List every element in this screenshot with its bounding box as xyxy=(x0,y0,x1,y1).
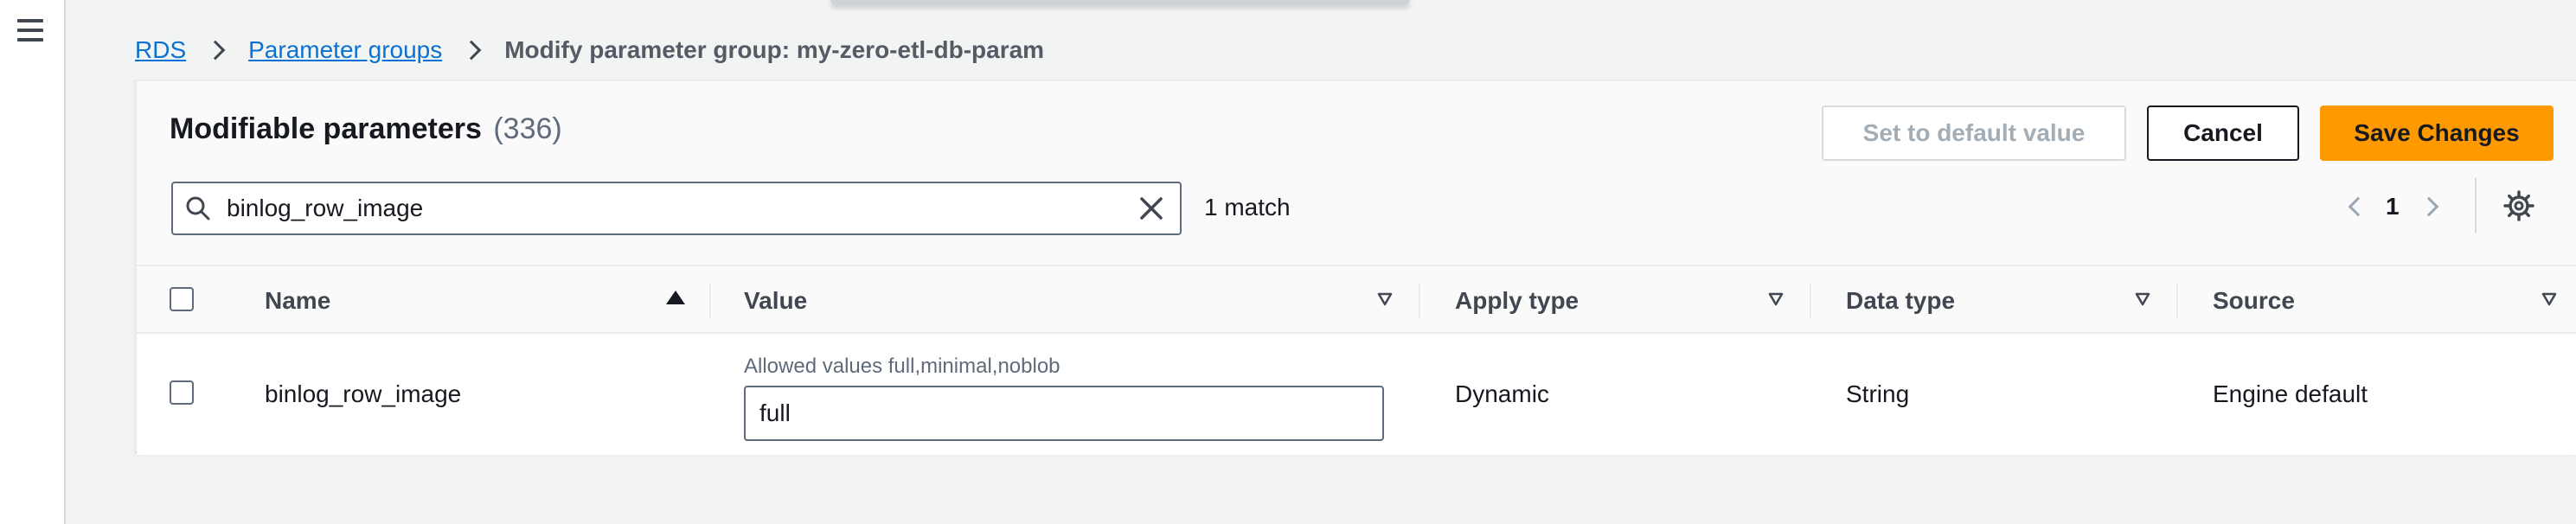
panel-title: Modifiable parameters (336) xyxy=(170,112,562,146)
side-navigation-rail xyxy=(0,0,66,524)
breadcrumb-link-parameter-groups[interactable]: Parameter groups xyxy=(248,36,442,64)
breadcrumb-current: Modify parameter group: my-zero-etl-db-p… xyxy=(504,36,1045,63)
breadcrumb-link-rds[interactable]: RDS xyxy=(135,36,186,64)
data-type-cell: String xyxy=(1846,380,1910,407)
overlay-edge xyxy=(830,0,1410,5)
row-select-checkbox[interactable] xyxy=(170,380,194,405)
cancel-button[interactable]: Cancel xyxy=(2147,105,2299,161)
breadcrumb: RDS Parameter groups Modify parameter gr… xyxy=(135,35,1044,66)
chevron-right-icon xyxy=(461,40,482,61)
search-icon xyxy=(186,196,210,220)
sort-icon[interactable] xyxy=(2541,292,2557,306)
apply-type-cell: Dynamic xyxy=(1455,380,1549,407)
sort-icon[interactable] xyxy=(1377,292,1393,306)
pager-divider xyxy=(2475,178,2477,233)
column-divider xyxy=(1810,284,1811,318)
column-divider xyxy=(1419,284,1420,318)
parameter-name: binlog_row_image xyxy=(265,380,462,407)
search-field[interactable] xyxy=(171,182,1182,235)
column-header-value[interactable]: Value xyxy=(744,287,807,315)
column-header-source[interactable]: Source xyxy=(2213,287,2295,315)
close-icon[interactable] xyxy=(1137,194,1166,223)
column-header-apply-type[interactable]: Apply type xyxy=(1455,287,1579,315)
table-row: binlog_row_image Allowed values full,min… xyxy=(137,334,2576,455)
parameter-count: (336) xyxy=(493,112,562,145)
search-input[interactable] xyxy=(227,194,1092,223)
chevron-right-icon[interactable] xyxy=(2419,196,2438,217)
column-header-name[interactable]: Name xyxy=(265,287,330,315)
sort-ascending-icon[interactable] xyxy=(666,291,685,304)
modifiable-parameters-panel: Modifiable parameters (336) Set to defau… xyxy=(135,80,2576,455)
panel-title-text: Modifiable parameters xyxy=(170,112,482,145)
hamburger-menu-icon[interactable] xyxy=(17,19,43,42)
chevron-right-icon xyxy=(205,40,226,61)
page-number[interactable]: 1 xyxy=(2386,193,2400,220)
gear-icon[interactable] xyxy=(2503,190,2534,221)
set-to-default-button[interactable]: Set to default value xyxy=(1822,105,2126,161)
table-header: Name Value Apply type Data type Source xyxy=(137,265,2576,334)
column-divider xyxy=(2176,284,2178,318)
allowed-values-hint: Allowed values full,minimal,noblob xyxy=(744,355,1061,378)
column-header-data-type[interactable]: Data type xyxy=(1846,287,1955,315)
select-all-checkbox[interactable] xyxy=(170,287,194,311)
match-count: 1 match xyxy=(1204,194,1291,220)
parameter-value-input[interactable] xyxy=(744,386,1384,441)
panel-header: Modifiable parameters (336) Set to defau… xyxy=(137,81,2576,265)
save-changes-button[interactable]: Save Changes xyxy=(2320,105,2554,161)
pagination: 1 xyxy=(2342,185,2445,228)
sort-icon[interactable] xyxy=(2135,292,2150,306)
source-cell: Engine default xyxy=(2213,380,2368,407)
sort-icon[interactable] xyxy=(1768,292,1784,306)
chevron-left-icon[interactable] xyxy=(2348,196,2368,217)
column-divider xyxy=(709,284,711,318)
